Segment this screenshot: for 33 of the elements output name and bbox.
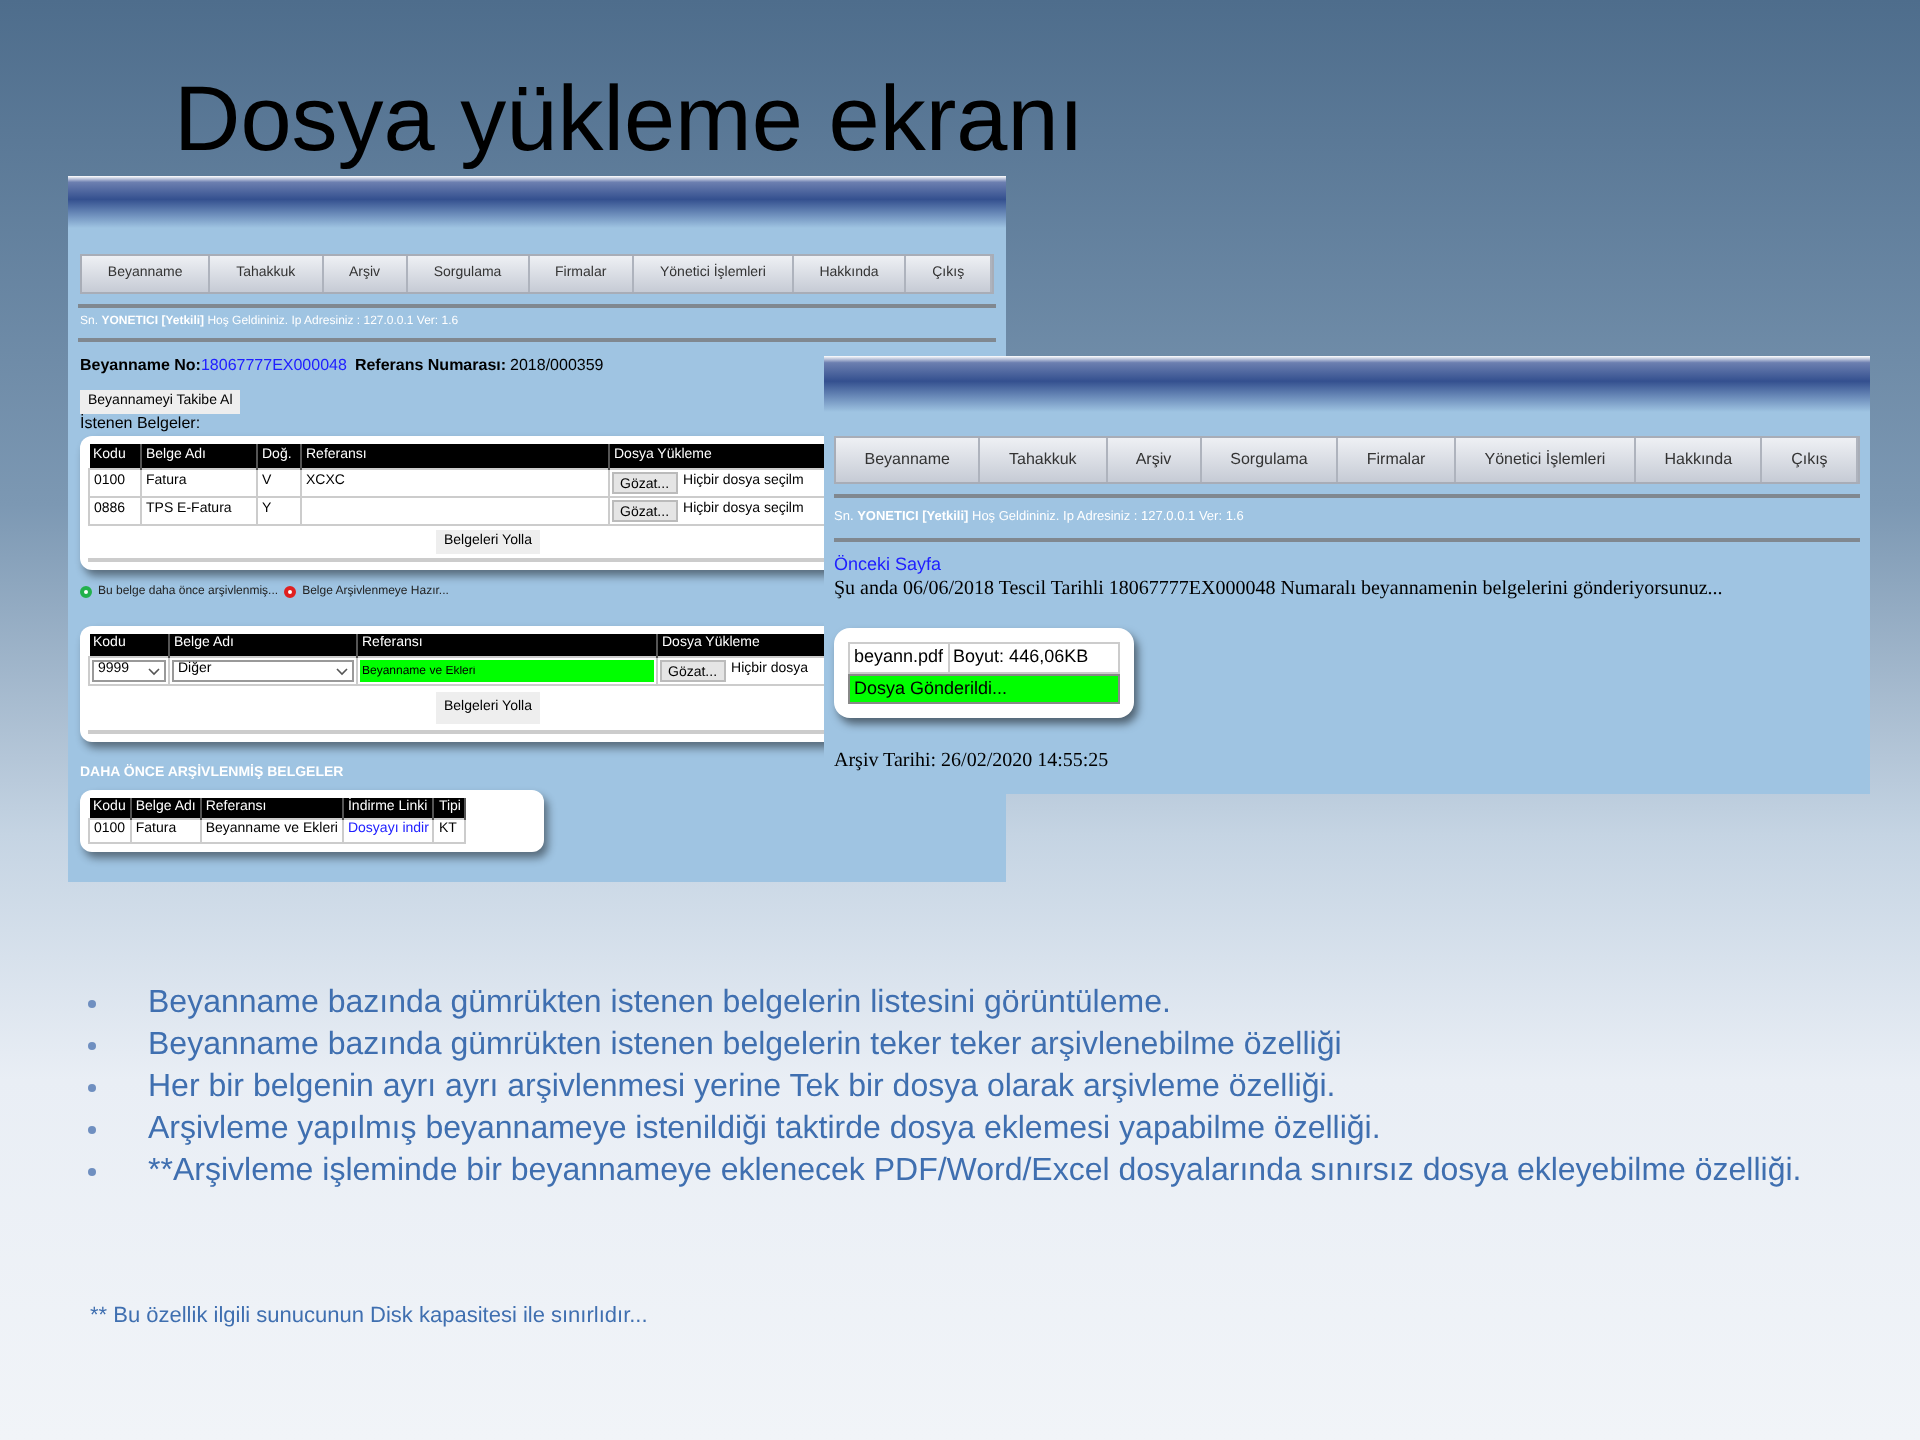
bullet-text: Her bir belgenin ayrı ayrı arşivlenmesi yerine Tek bir dosya olarak arşivleme özelliği. [148,1068,1338,1108]
chevron-down-icon [148,667,160,675]
reference-number: 2018/000359 [510,354,604,378]
nav-item[interactable]: Beyanname [836,438,981,482]
bullet-text: Arşivleme yapılmış beyannameye istenildiği taktirde dosya eklemesi yapabilme özelliği. [148,1110,1383,1150]
footnote: ** Bu özellik ilgili sunucunun Disk kapasitesi ile sınırlıdır... [90,1302,648,1332]
bullet-icon [88,999,96,1007]
bullet-text: **Arşivleme işleminde bir beyannameye eklenecek PDF/Word/Excel dosyalarında sınırsız dosya ekleyebilme özelliği. [148,1152,1804,1192]
bullet-text: Beyanname bazında gümrükten istenen belgelerin listesini görüntüleme. [148,984,1173,1024]
back-link[interactable]: Önceki Sayfa [824,551,1870,579]
nav-item[interactable]: Tahakkuk [980,438,1108,482]
bullet-icon [88,1167,96,1175]
nav-item[interactable]: Yönetici İşlemleri [1455,438,1636,482]
nav-item[interactable]: Arşiv [1107,438,1202,482]
bullet-icon [88,1083,96,1091]
section-label: İstenen Belgeler: [78,414,203,434]
chevron-down-icon [336,667,348,675]
bullet-text: Beyanname bazında gümrükten istenen belgelerin teker teker arşivlenebilme özelliği [148,1026,1344,1066]
nav-item[interactable]: Sorgulama [1201,438,1339,482]
archive-date: Arşiv Tarihi: 26/02/2020 14:55:25 [832,748,1111,777]
declaration-number: 18067777EX000048 [200,354,347,378]
nav-item[interactable]: Hakkında [1635,438,1763,482]
bullet-icon [88,1125,96,1133]
file-name: beyann.pdf [850,644,950,672]
file-size: Boyut: 446,06KB [951,644,1091,671]
slide-title: Dosya yükleme ekranı [174,64,1085,174]
status-message: Şu anda 06/06/2018 Tescil Tarihli 18067777EX000048 Numaralı beyannamenin belgelerini gönderiyorsunuz... [832,578,1725,603]
declaration-label: Beyanname No: [80,354,201,378]
nav-item[interactable]: Firmalar [1338,438,1456,482]
reference-label: Referans Numarası: [354,354,507,378]
bullet-icon [88,1041,96,1049]
sent-status: Dosya Gönderildi... [848,673,1120,705]
nav-item[interactable]: Çıkış [1762,438,1859,482]
